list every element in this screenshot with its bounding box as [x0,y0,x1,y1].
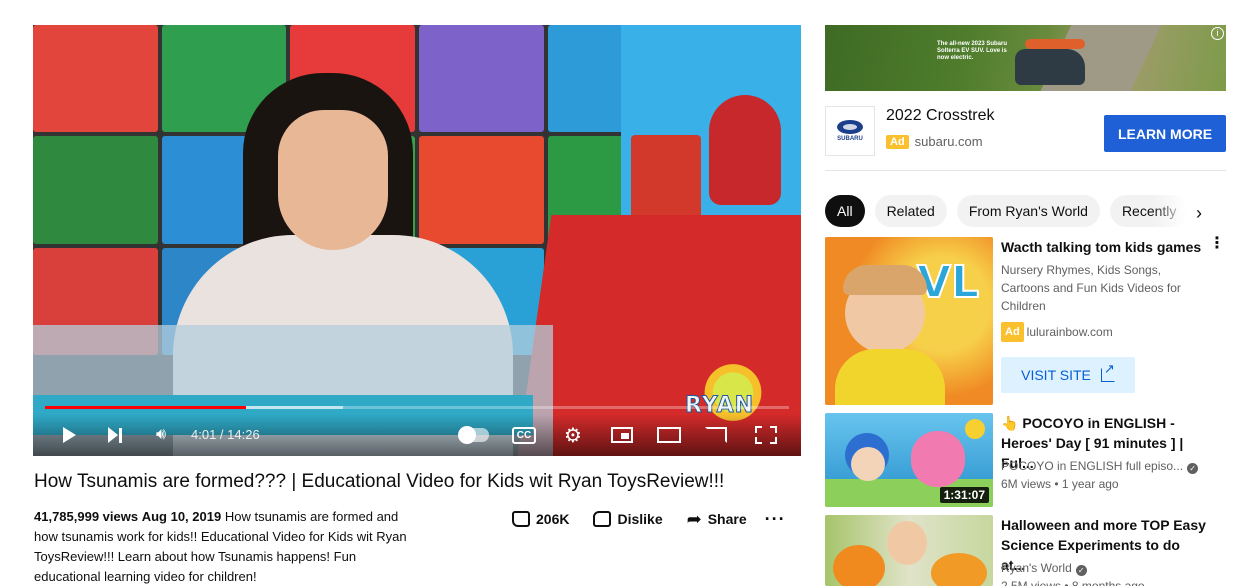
toy-fries-box [631,135,701,225]
miniplayer-icon [611,427,633,443]
chevron-right-icon[interactable]: › [1196,203,1202,224]
visit-site-button[interactable]: VISIT SITE [1001,357,1135,393]
view-count: 41,785,999 views [34,509,139,524]
video-actions: 206K Dislike ➦ Share ··· [500,508,798,530]
pocoyo-face [851,447,885,481]
dislike-button[interactable]: Dislike [581,508,674,530]
share-button[interactable]: ➦ Share [675,508,759,530]
ad-badge: Ad [886,134,909,149]
sidebar-video-item[interactable]: Halloween and more TOP Easy Science Expe… [825,515,1226,586]
captions-button[interactable]: CC [511,422,537,448]
ryan-face [887,521,927,565]
settings-button[interactable]: ⚙ [561,422,585,448]
sidebar-item-title: Wacth talking tom kids games [1001,239,1202,255]
cast-button[interactable] [703,422,729,448]
sidebar-item-meta: 2.5M views • 8 months ago [1001,579,1145,586]
chip-related[interactable]: Related [874,195,947,227]
play-button[interactable] [59,422,79,448]
video-thumbnail [825,515,993,586]
ad-badge: Ad [1001,322,1024,342]
like-button[interactable]: 206K [500,508,581,530]
video-duration: 1:31:07 [939,487,989,503]
share-icon: ➦ [686,508,702,529]
visit-site-label: VISIT SITE [1021,367,1091,383]
sidebar-item-description: Nursery Rhymes, Kids Songs, Cartoons and… [1001,263,1181,313]
share-label: Share [707,511,747,527]
more-actions-button[interactable]: ··· [759,508,798,530]
channel-name: POCOYO in ENGLISH full episo... [1001,459,1184,473]
autoplay-toggle[interactable] [457,422,491,448]
more-options-icon[interactable]: ⋮ [1209,236,1225,252]
verified-icon: ✓ [1187,463,1199,474]
ad-domain-line: Ad subaru.com [886,134,983,149]
miniplayer-button[interactable] [609,422,635,448]
presenter-face [278,110,388,250]
divider [825,170,1226,171]
ad-banner-image[interactable]: The all-new 2023 Subaru Solterra EV SUV.… [825,25,1226,91]
ad-thumbnail-child-shirt [835,349,945,405]
verified-icon: ✓ [1075,565,1087,576]
video-description[interactable]: 41,785,999 views Aug 10, 2019 How tsunam… [34,507,409,586]
pumpkin [931,553,987,586]
upload-date: Aug 10, 2019 [141,509,222,524]
sidebar-item-channel: POCOYO in ENGLISH full episo... ✓ [1001,457,1199,475]
subaru-logo-text: SUBARU [837,136,863,142]
fullscreen-icon [755,426,777,444]
volume-button[interactable]: 🔊︎ [149,422,173,448]
banner-text: The all-new 2023 Subaru Solterra EV SUV.… [937,41,1008,61]
thumbs-down-icon [593,511,612,527]
ad-domain: subaru.com [914,134,983,149]
volume-icon: 🔊︎ [155,426,167,443]
ad-card[interactable]: SUBARU 2022 Crosstrek Ad subaru.com LEAR… [825,104,1226,159]
chip-from-ryans-world[interactable]: From Ryan's World [956,195,1100,227]
elly-character [911,431,965,487]
ad-domain: lulurainbow.com [1026,325,1113,339]
fullscreen-button[interactable] [753,422,779,448]
next-icon [108,427,122,443]
banner-kayak [1025,39,1085,49]
player-controls: 🔊︎ 4:01 / 14:26 CC ⚙ [33,414,801,456]
theater-icon [657,427,681,443]
sidebar-video-item[interactable]: 1:31:07 👆 POCOYO in ENGLISH - Heroes' Da… [825,413,1226,507]
video-frame: RYAN [33,25,801,456]
progress-played [45,406,246,409]
play-icon [62,427,76,443]
pumpkin [833,545,885,586]
external-link-icon [1100,361,1115,382]
autoplay-toggle-icon [458,426,489,444]
dislike-label: Dislike [617,511,663,527]
ad-info-icon[interactable]: i [1211,27,1224,40]
settings-icon: ⚙ [564,424,582,447]
video-player[interactable]: RYAN 🔊︎ 4:01 / 14:26 CC ⚙ [33,25,801,456]
like-count: 206K [536,511,570,527]
next-button[interactable] [105,422,125,448]
channel-name: Ryan's World [1001,561,1072,575]
cast-icon [705,427,727,443]
toy-plush [709,95,781,205]
video-title: How Tsunamis are formed??? | Educational… [34,471,725,492]
sidebar-ad-item[interactable]: VL Wacth talking tom kids games ⋮ Nurser… [825,236,1226,405]
progress-bar[interactable] [45,406,789,409]
badge-91 [965,419,985,439]
captions-icon: CC [511,426,537,444]
sidebar-item-meta: 6M views • 1 year ago [1001,477,1119,491]
learn-more-button[interactable]: LEARN MORE [1104,115,1226,152]
filter-chips: All Related From Ryan's World Recently [825,195,1226,227]
ad-thumbnail: VL [825,237,993,405]
sidebar-item-ad-line: Ad lulurainbow.com [1001,322,1191,342]
sidebar-item-channel: Ryan's World ✓ [1001,559,1191,577]
subaru-logo: SUBARU [825,106,875,156]
video-thumbnail: 1:31:07 [825,413,993,507]
ad-title: 2022 Crosstrek [886,107,995,124]
theater-button[interactable] [655,422,683,448]
chip-all[interactable]: All [825,195,865,227]
subaru-logo-emblem [837,120,863,134]
chip-recently[interactable]: Recently [1109,195,1189,227]
thumbs-up-icon [512,511,530,527]
banner-car [1015,49,1085,85]
time-display: 4:01 / 14:26 [191,427,260,442]
ad-thumbnail-child-hair [843,265,927,295]
